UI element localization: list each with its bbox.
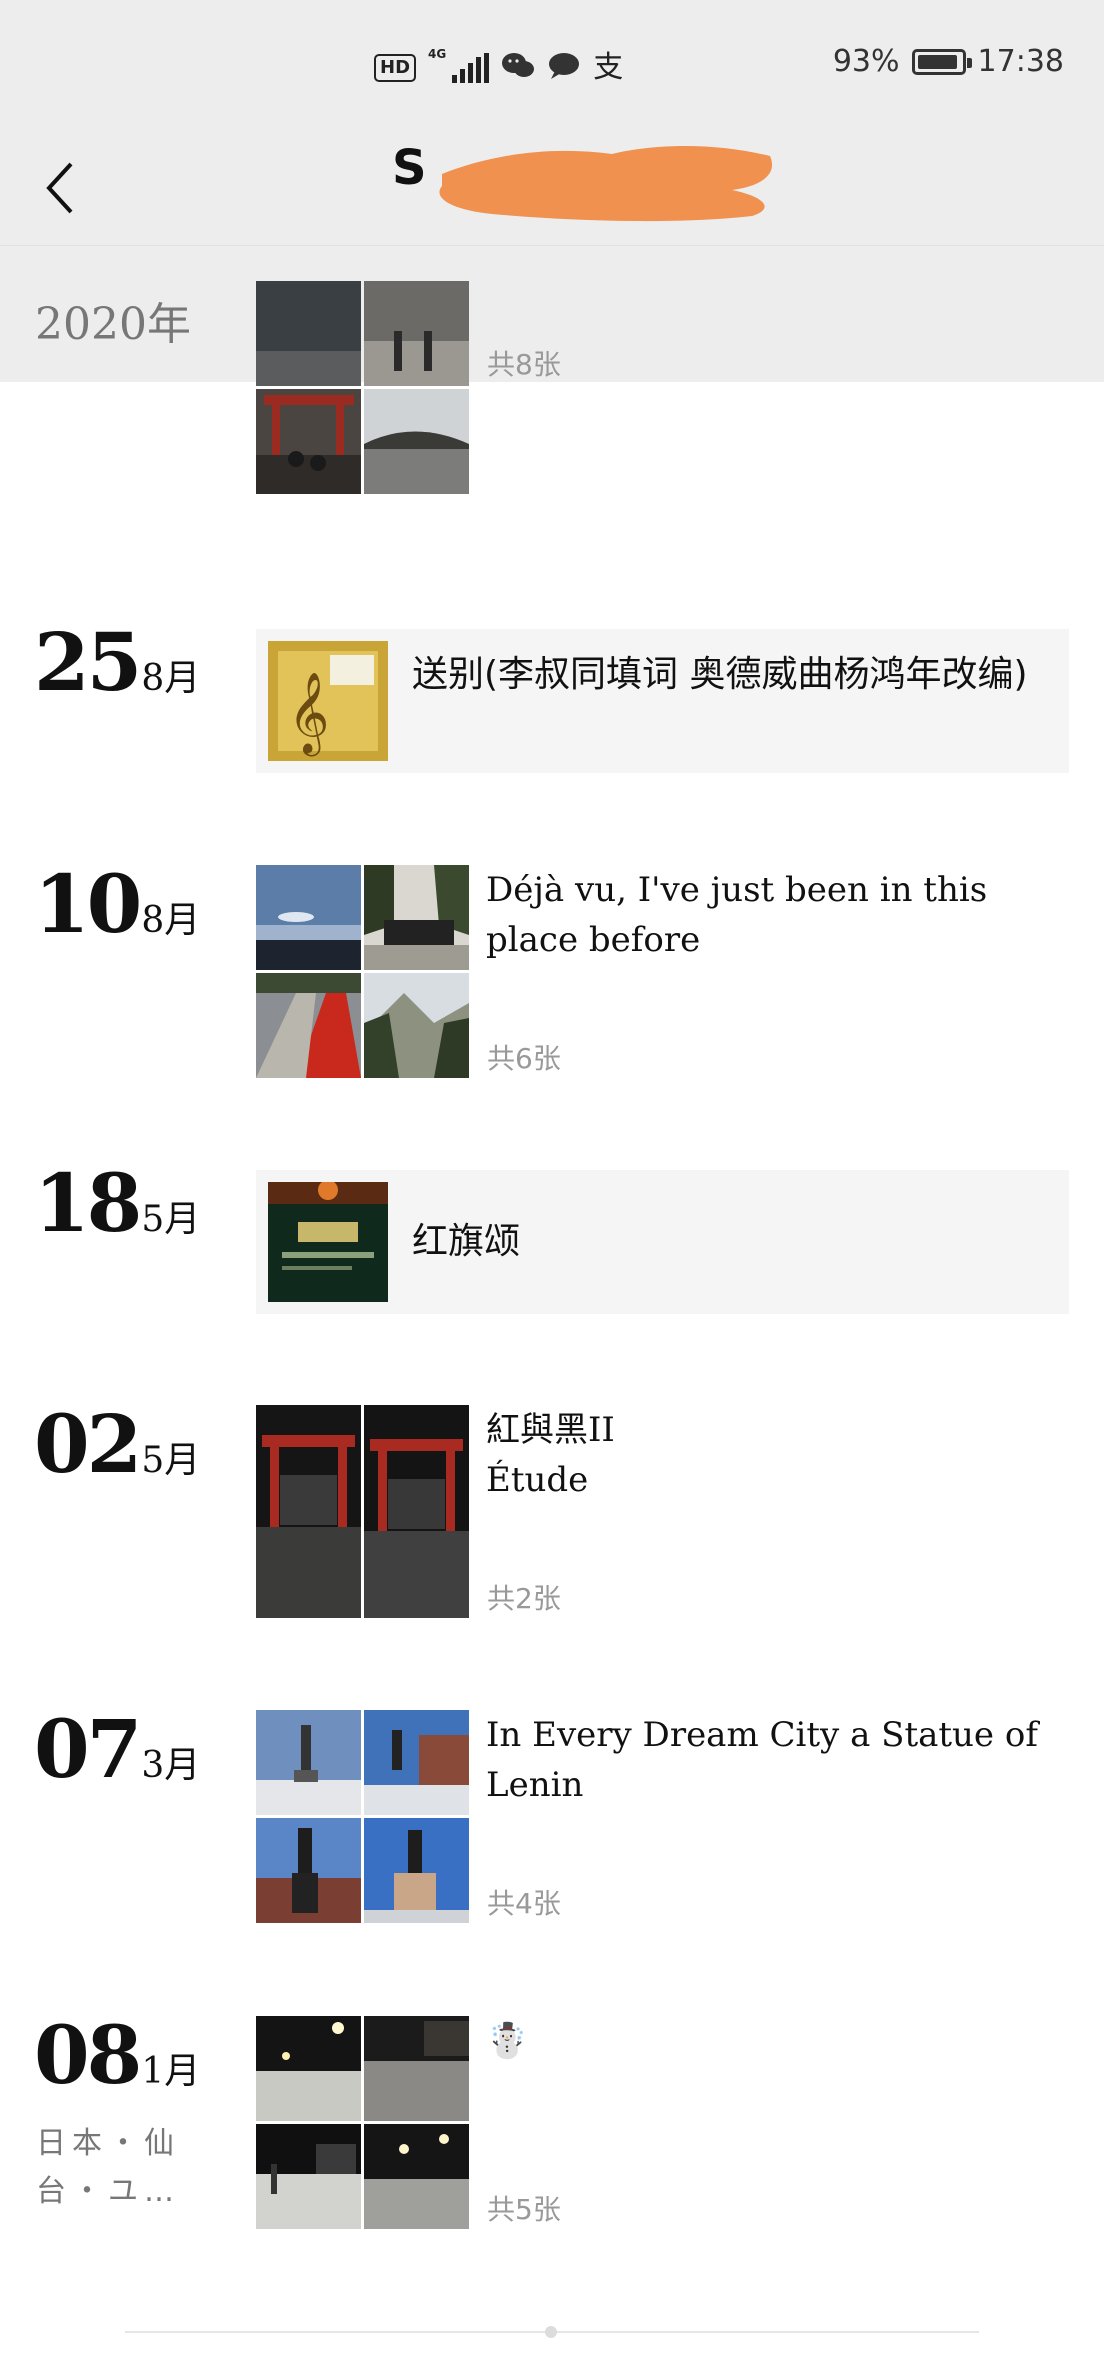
music-share-card[interactable]: 𝄞 送别(李叔同填词 奥德威曲杨鸿年改编) [256,629,1069,773]
entry-day: 18 [34,1156,142,1250]
entry-caption: Déjà vu, I've just been in this place be… [486,870,988,960]
photo-count: 共8张 [487,348,561,381]
photo-count: 共2张 [487,1582,561,1615]
page-title: S [392,140,427,196]
photo-thumb[interactable] [364,1818,469,1923]
entry-date: 025月 [34,1397,200,1491]
photo-grid[interactable] [256,2016,469,2229]
photo-count: 共4张 [487,1887,561,1920]
network-type-label: 4G [428,47,447,61]
entry-caption: ☃️ [486,2021,529,2061]
photo-thumb[interactable] [364,281,469,386]
photo-grid[interactable] [256,1710,469,1923]
entry-day: 25 [34,615,142,709]
entry-day: 02 [34,1397,142,1491]
entry-location: 日本・仙台・ユ… [36,2126,180,2209]
entry-caption: 紅與黑II Étude [486,1405,1046,1505]
photo-thumb[interactable] [364,2016,469,2121]
photo-count: 共5张 [487,2193,561,2226]
alipay-icon: 支 [593,50,624,85]
hd-badge: HD [374,54,417,82]
chat-bubble-icon [547,51,581,85]
clock: 17:38 [977,44,1064,79]
photo-thumb[interactable] [364,1405,469,1618]
album-cover: 𝄞 [268,641,388,761]
photo-thumb[interactable] [256,865,361,970]
entry-date: 081月 [34,2008,200,2102]
entry-day: 07 [34,1702,142,1796]
entry-month: 8月 [141,900,201,941]
photo-thumb[interactable] [256,389,361,494]
status-right: 93% 17:38 [833,44,1064,79]
photo-thumb[interactable] [364,2124,469,2229]
year-label: 2020年 [35,299,191,350]
photo-thumb[interactable] [364,865,469,970]
back-button[interactable] [30,148,90,228]
status-icons: HD 4G 支 [374,48,623,88]
end-dot [545,2326,557,2338]
entry-date: 108月 [34,857,200,951]
album-cover [268,1182,388,1302]
signal-icon [452,53,490,83]
photo-thumb[interactable] [256,2016,361,2121]
photo-grid[interactable] [256,1405,469,1618]
battery-percent: 93% [832,44,900,79]
svg-text:𝄞: 𝄞 [288,671,329,756]
photo-count: 共6张 [487,1042,561,1075]
photo-thumb[interactable] [256,1710,361,1815]
entry-day: 08 [34,2008,142,2102]
entry-day: 10 [34,857,142,951]
entry-month: 5月 [141,1199,201,1240]
redaction-mark [439,145,773,222]
entry-month: 8月 [141,658,201,699]
caption-line: 紅與黑II [486,1410,615,1450]
entry-caption: In Every Dream City a Statue of Lenin [486,1715,1038,1805]
entry-month: 1月 [141,2051,201,2092]
caption-line: Étude [486,1460,589,1500]
entry-date: 073月 [34,1702,200,1796]
entry-date: 258月 [34,615,200,709]
battery-icon [911,48,972,75]
photo-thumb[interactable] [256,281,361,386]
music-share-card[interactable]: 红旗颂 [256,1170,1069,1314]
battery-fill [917,54,957,69]
entry-month: 5月 [141,1440,201,1481]
photo-thumb[interactable] [256,1818,361,1923]
photo-thumb[interactable] [256,2124,361,2229]
entry-date: 185月 [34,1156,200,1250]
entry-month: 3月 [141,1745,201,1786]
photo-thumb[interactable] [364,389,469,494]
chevron-left-icon [46,162,73,214]
music-title: 红旗颂 [412,1221,521,1262]
photo-thumb[interactable] [364,1710,469,1815]
photo-grid[interactable] [256,865,469,1078]
photo-thumb[interactable] [256,973,361,1078]
status-bar: HD 4G 支 93% 17:38 [0,0,1104,130]
music-title: 送别(李叔同填词 奥德威曲杨鸿年改编) [412,654,1028,695]
photo-thumb[interactable] [364,973,469,1078]
photo-grid[interactable] [256,281,469,494]
wechat-icon [501,51,535,85]
photo-thumb[interactable] [256,1405,361,1618]
